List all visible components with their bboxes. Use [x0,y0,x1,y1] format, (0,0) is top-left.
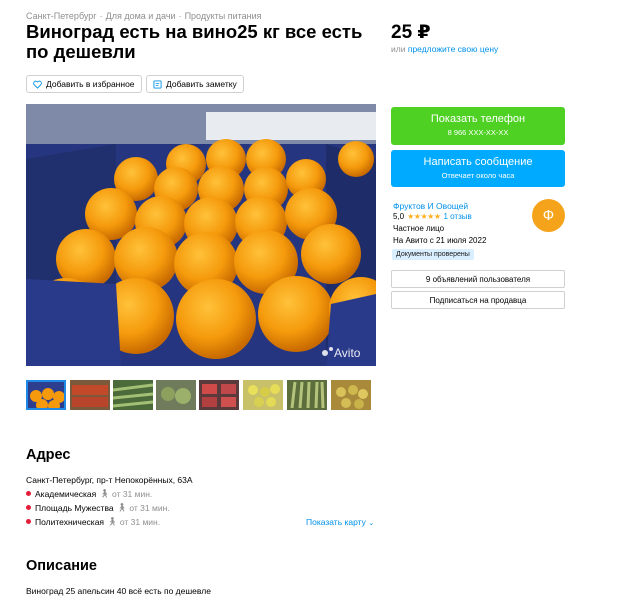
oranges-photo: Avito [26,104,376,366]
write-message-label: Написать сообщение [423,156,533,168]
thumbnail-image [331,380,371,410]
metro-station: Площадь Мужества 🚶︎ от 31 мин. [26,502,170,513]
seller-type: Частное лицо [393,224,445,233]
seller-since: На Авито с 21 июля 2022 [393,236,487,245]
walking-person-icon: 🚶︎ [116,502,128,512]
metro-station: Политехническая 🚶︎ от 31 мин. [26,516,160,527]
star-icons: ★★★★★ [407,212,441,221]
thumbnail-image [156,380,196,410]
seller-avatar[interactable]: Ф [532,199,565,232]
metro-dot [26,519,31,524]
address-line: Санкт-Петербург, пр-т Непокорённых, 63А [26,475,193,485]
add-to-favorites-label: Добавить в избранное [46,79,135,89]
show-phone-button[interactable]: Показать телефон 8 966 XXX-XX-XX [391,107,565,145]
chevron-down-icon: ⌄ [368,520,375,527]
thumbnail-4[interactable] [156,380,196,410]
heart-icon [33,80,42,89]
address-heading: Адрес [26,447,71,463]
metro-dot [26,505,31,510]
walk-time-value: от 31 мин. [129,502,170,513]
thumbnail-8[interactable] [331,380,371,410]
note-icon [153,79,162,89]
rating-value: 5,0 [393,212,405,221]
metro-name: Площадь Мужества [35,502,114,513]
price-or-text: или [391,44,406,54]
phone-masked: 8 966 XXX-XX-XX [447,128,509,137]
metro-name: Политехническая [35,516,105,527]
main-photo[interactable]: Avito [26,104,376,366]
walk-time-value: от 31 мин. [119,516,161,527]
seller-name[interactable]: Фруктов И Овощей [393,201,468,211]
description-text: Виноград 25 апельсин 40 всё есть по деше… [26,586,211,596]
reply-time: Отвечает около часа [441,171,515,180]
thumbnail-7[interactable] [287,380,327,410]
metro-dot [26,491,31,496]
thumbnail-image [26,380,66,410]
add-to-favorites-button[interactable]: Добавить в избранное [26,75,142,93]
walking-person-icon: 🚶︎ [99,488,111,498]
thumbnail-image [199,380,239,410]
thumbnail-image [287,380,327,410]
show-phone-label: Показать телефон [430,113,526,125]
walk-time: 🚶︎ от 31 мин. [99,488,152,499]
walking-person-icon: 🚶︎ [107,516,118,526]
subscribe-seller-button[interactable]: Подписаться на продавца [391,291,565,309]
show-map-link[interactable]: Показать карту ⌄ [306,517,374,527]
metro-name: Академическая [35,488,97,499]
price-offer: или предложите свою цену [391,44,498,54]
documents-verified-badge: Документы проверены [392,249,474,260]
walk-time: 🚶︎ от 31 мин. [107,516,160,527]
thumbnail-2[interactable] [70,380,110,410]
add-note-button[interactable]: Добавить заметку [146,75,244,93]
breadcrumb-category[interactable]: Для дома и дачи [106,11,176,21]
add-note-label: Добавить заметку [166,79,237,89]
listing-price: 25 ₽ [391,22,431,43]
thumbnail-image [70,380,110,410]
breadcrumb-subcategory[interactable]: Продукты питания [185,11,262,21]
listing-title: Виноград есть на вино25 кг все есть по д… [26,21,363,62]
avito-watermark: Avito [334,346,361,360]
breadcrumb: Санкт-Петербург · Для дома и дачи · Продукты… [26,11,262,21]
write-message-button[interactable]: Написать сообщение Отвечает около часа [391,150,565,187]
thumbnail-5[interactable] [199,380,239,410]
thumbnail-image [113,380,153,410]
price-offer-link[interactable]: предложите свою цену [408,44,498,54]
breadcrumb-city[interactable]: Санкт-Петербург [26,11,97,21]
thumbnail-1[interactable] [26,380,66,410]
thumbnail-3[interactable] [113,380,153,410]
description-heading: Описание [26,558,97,574]
metro-station: Академическая 🚶︎ от 31 мин. [26,488,152,499]
thumbnail-6[interactable] [243,380,283,410]
reviews-link[interactable]: 1 отзыв [443,212,471,221]
thumbnail-image [243,380,283,410]
walk-time-value: от 31 мин. [112,488,153,499]
seller-rating: 5,0 ★★★★★ 1 отзыв [393,212,472,221]
show-map-label: Показать карту [306,517,366,527]
all-ads-button[interactable]: 9 объявлений пользователя [391,270,565,288]
walk-time: 🚶︎ от 31 мин. [117,502,170,513]
